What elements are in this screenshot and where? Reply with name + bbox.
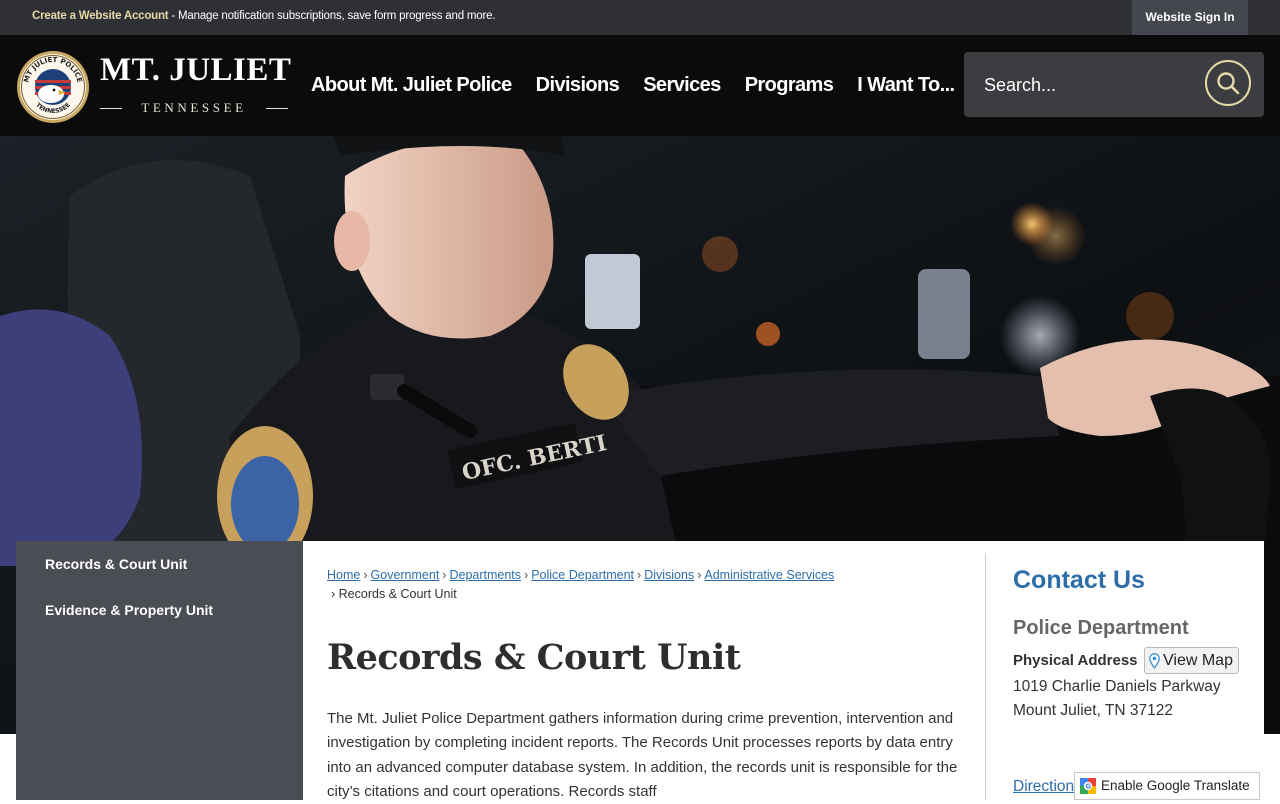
page-body-text: The Mt. Juliet Police Department gathers… — [327, 710, 958, 800]
google-translate-button[interactable]: G Enable Google Translate — [1074, 772, 1260, 800]
nav-services[interactable]: Services — [631, 74, 733, 97]
create-account-description: - Manage notification subscriptions, sav… — [168, 10, 496, 22]
create-account-link[interactable]: Create a Website Account — [32, 10, 169, 22]
create-account-banner: Create a Website Account - Manage notifi… — [32, 10, 495, 22]
svg-text:G: G — [1085, 783, 1091, 791]
breadcrumb-current-label: Records & Court Unit — [338, 587, 457, 601]
contact-heading: Contact Us — [1013, 566, 1145, 594]
address-line-2: Mount Juliet, TN 37122 — [1013, 702, 1173, 719]
breadcrumb-separator: › — [442, 568, 447, 582]
breadcrumb-divisions[interactable]: Divisions — [644, 568, 694, 582]
sidebar-item-records-court[interactable]: Records & Court Unit — [45, 556, 187, 572]
site-logo[interactable]: MT JULIET POLICE TENNESSEE MT. JULIET TE… — [16, 48, 291, 124]
breadcrumb-administrative-services[interactable]: Administrative Services — [704, 568, 834, 582]
nav-programs[interactable]: Programs — [733, 74, 846, 97]
view-map-label: View Map — [1163, 652, 1233, 669]
search-box — [964, 52, 1264, 117]
site-header: MT JULIET POLICE TENNESSEE MT. JULIET TE… — [0, 35, 1280, 136]
sidebar-item-evidence-property[interactable]: Evidence & Property Unit — [45, 602, 213, 618]
map-pin-icon — [1149, 653, 1160, 669]
breadcrumb-home[interactable]: Home — [327, 568, 360, 582]
website-sign-in-button[interactable]: Website Sign In — [1132, 0, 1248, 35]
page-title: Records & Court Unit — [327, 637, 741, 678]
nav-about[interactable]: About Mt. Juliet Police — [299, 74, 524, 97]
search-icon — [1217, 72, 1240, 95]
main-nav: About Mt. Juliet Police Divisions Servic… — [299, 35, 967, 136]
address-line-1: 1019 Charlie Daniels Parkway — [1013, 678, 1221, 695]
breadcrumb-departments[interactable]: Departments — [449, 568, 521, 582]
column-divider — [985, 553, 986, 800]
breadcrumb-government[interactable]: Government — [371, 568, 440, 582]
physical-address-label: Physical Address — [1013, 652, 1138, 669]
breadcrumb: Home › Government › Departments › Police Depar… — [327, 566, 967, 604]
nav-divisions[interactable]: Divisions — [524, 74, 632, 97]
google-translate-icon: G — [1080, 778, 1096, 794]
google-translate-label: Enable Google Translate — [1101, 778, 1250, 793]
brand-name: MT. JULIET — [100, 52, 292, 88]
directions-link[interactable]: Directions — [1013, 778, 1082, 796]
breadcrumb-separator: › — [697, 568, 702, 582]
breadcrumb-separator: › — [524, 568, 529, 582]
breadcrumb-police-department[interactable]: Police Department — [531, 568, 634, 582]
utility-bar: Create a Website Account - Manage notifi… — [0, 0, 1280, 35]
search-input[interactable] — [982, 70, 1196, 100]
section-sidebar: Records & Court Unit Evidence & Property… — [16, 541, 303, 800]
search-button[interactable] — [1205, 60, 1251, 106]
breadcrumb-separator: › — [637, 568, 642, 582]
main-content: Home › Government › Departments › Police Depar… — [303, 541, 1264, 800]
nav-i-want-to[interactable]: I Want To... — [845, 74, 966, 97]
breadcrumb-current: › Records & Court Unit — [327, 585, 967, 604]
breadcrumb-separator: › — [363, 568, 368, 582]
contact-department: Police Department — [1013, 617, 1189, 639]
view-map-button[interactable]: View Map — [1144, 647, 1239, 674]
brand-subtitle: TENNESSEE — [100, 100, 288, 116]
breadcrumb-separator: › — [331, 587, 336, 601]
police-badge-icon: MT JULIET POLICE TENNESSEE — [17, 51, 89, 123]
